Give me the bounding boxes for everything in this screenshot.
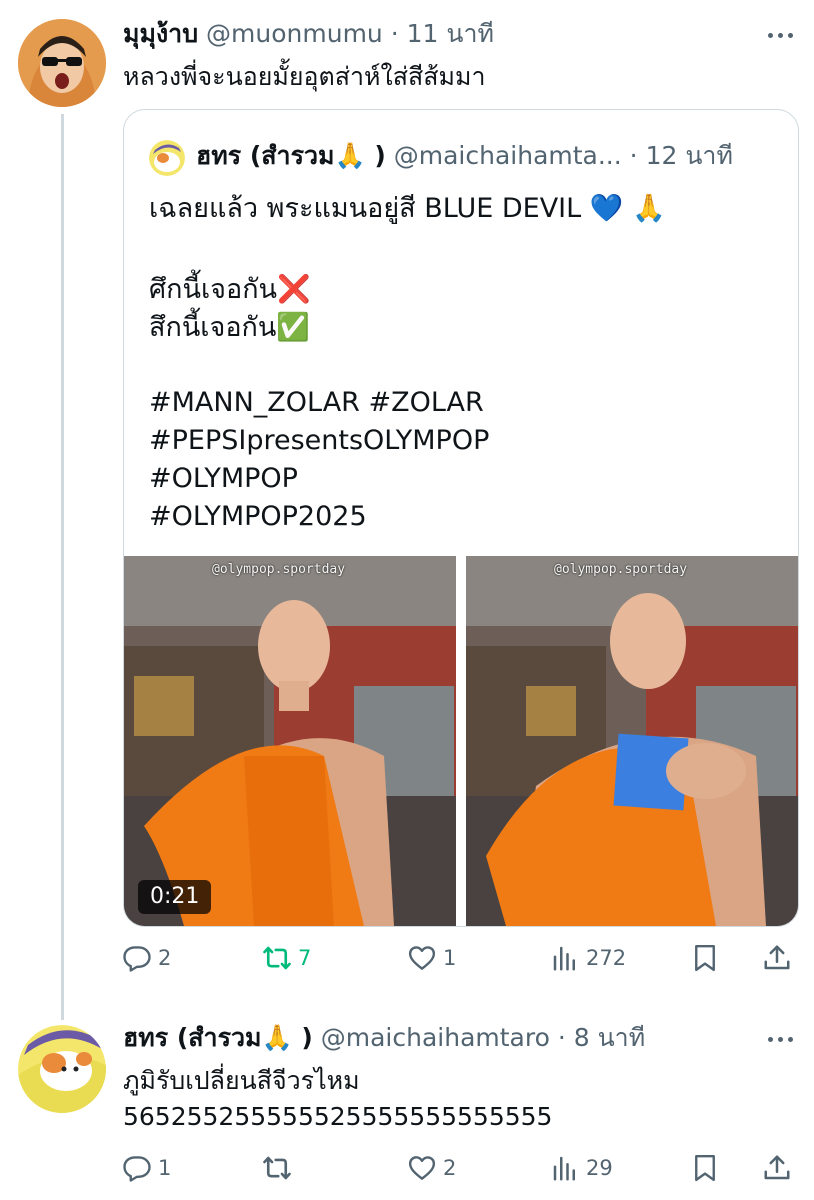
avatar[interactable] [18,19,106,107]
hashtag[interactable]: #MANN_ZOLAR #ZOLAR [149,384,484,421]
share-icon [764,1155,790,1180]
watermark: @olympop.sportday [212,562,346,577]
reply-button[interactable]: 1 [122,1148,171,1188]
quote-line: ศึกนี้เจอกัน❌ [149,274,311,305]
like-button[interactable]: 2 [407,1148,456,1188]
quote-line: สึกนี้เจอกัน✅ [149,312,310,343]
share-button[interactable] [762,938,792,978]
more-icon[interactable] [768,30,798,40]
display-name[interactable]: มุมุง้าบ [123,19,198,48]
video-thumbnail[interactable]: @olympop.sportday [466,556,798,926]
tweet-header: มุมุง้าบ @muonmumu · 11 นาที [123,18,494,50]
more-icon[interactable] [768,1034,798,1044]
tweet-header: ฮทร (สำรวม🙏 ) @maichaihamtaro · 8 นาที [123,1022,645,1054]
views-count: 29 [586,1156,613,1180]
retweet-button[interactable] [262,1148,298,1188]
hashtag[interactable]: #PEPSIpresentsOLYMPOP [149,422,489,459]
share-button[interactable] [762,1148,792,1188]
video-duration: 0:21 [138,880,212,914]
like-button[interactable]: 1 [407,938,456,978]
reply-count: 1 [158,1156,172,1180]
views-icon [553,946,575,971]
tweet-text: ภูมิรับเปลี่ยนสีจีวรไหม [123,1066,360,1095]
retweet-icon [263,1156,291,1180]
views-button[interactable]: 272 [550,938,626,978]
quoted-tweet[interactable]: ฮทร (สำรวม🙏 ) @maichaihamta... · 12 นาที… [123,109,799,927]
reply-icon [123,946,151,972]
retweet-icon [263,946,291,970]
quote-display-name[interactable]: ฮทร (สำรวม🙏 ) [196,141,386,170]
watermark: @olympop.sportday [554,562,688,577]
like-count: 1 [443,946,457,970]
handle[interactable]: @maichaihamtaro [321,1023,550,1052]
thread-line [61,114,64,1020]
retweet-count: 7 [298,946,312,970]
handle[interactable]: @muonmumu [206,19,383,48]
tweet-text: หลวงพี่จะนอยมั้ยอุตส่าห์ใส่สีส้มมา [123,62,486,91]
quote-line: เฉลยแล้ว พระแมนอยู่สี BLUE DEVIL 💙 🙏 [149,193,666,224]
share-icon [764,945,790,970]
quote-handle[interactable]: @maichaihamta... [394,141,622,170]
reply-icon [123,1156,151,1182]
hashtag[interactable]: #OLYMPOP [149,460,298,497]
avatar [149,140,185,176]
views-button[interactable]: 29 [550,1148,613,1188]
video-thumbnail[interactable]: @olympop.sportday 0:21 [124,556,456,926]
tweet-text: 565255255555525555555555555 [123,1102,553,1131]
bookmark-button[interactable] [690,938,720,978]
hashtag[interactable]: #OLYMPOP2025 [149,498,367,535]
bookmark-icon [695,1154,715,1182]
retweet-button[interactable]: 7 [262,938,311,978]
timestamp[interactable]: · 11 นาที [391,19,494,48]
like-count: 2 [443,1156,457,1180]
timestamp[interactable]: · 8 นาที [558,1023,645,1052]
bookmark-button[interactable] [690,1148,720,1188]
like-icon [408,946,436,970]
views-icon [553,1156,575,1181]
views-count: 272 [586,946,627,970]
quote-timestamp: · 12 นาที [629,141,733,170]
action-bar: 2 7 1 272 [122,938,798,978]
reply-button[interactable]: 2 [122,938,171,978]
reply-count: 2 [158,946,172,970]
action-bar: 1 2 29 [122,1148,798,1188]
display-name[interactable]: ฮทร (สำรวม🙏 ) [123,1023,313,1052]
avatar[interactable] [18,1025,106,1113]
bookmark-icon [695,944,715,972]
like-icon [408,1156,436,1180]
